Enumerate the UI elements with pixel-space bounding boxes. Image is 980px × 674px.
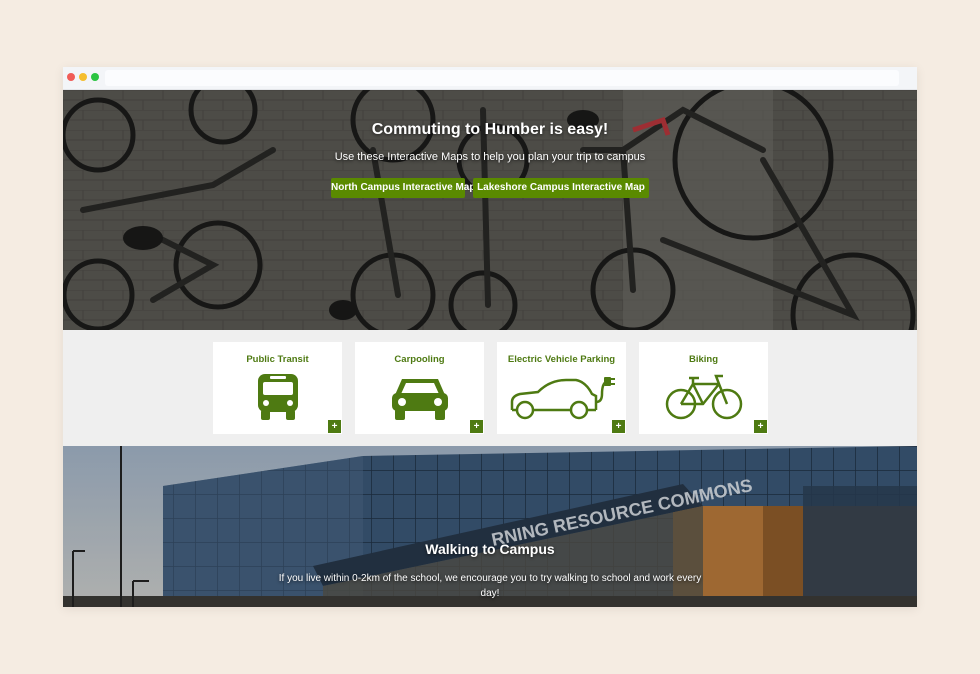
minimize-window-dot[interactable]	[79, 73, 87, 81]
walking-section: RNING RESOURCE COMMONS Walking to Campus…	[63, 446, 917, 607]
expand-button[interactable]: +	[754, 420, 767, 433]
car-icon	[355, 369, 484, 425]
commute-options: Public Transit + Carpooling + Electric V…	[63, 330, 917, 446]
option-title: Public Transit	[246, 354, 309, 365]
option-title: Electric Vehicle Parking	[507, 354, 616, 365]
browser-chrome	[63, 67, 917, 90]
expand-button[interactable]: +	[470, 420, 483, 433]
lakeshore-campus-map-button[interactable]: Lakeshore Campus Interactive Map	[473, 178, 649, 198]
option-cards: Public Transit + Carpooling + Electric V…	[213, 342, 768, 434]
electric-car-icon	[497, 369, 626, 425]
expand-button[interactable]: +	[612, 420, 625, 433]
hero-title: Commuting to Humber is easy!	[371, 121, 609, 138]
hero-banner: Commuting to Humber is easy! Use these I…	[63, 90, 917, 330]
address-bar[interactable]	[105, 70, 899, 86]
option-title: Biking	[688, 354, 719, 365]
walking-title: Walking to Campus	[425, 541, 555, 557]
hero-subtitle: Use these Interactive Maps to help you p…	[334, 151, 646, 163]
maximize-window-dot[interactable]	[91, 73, 99, 81]
option-title: Carpooling	[394, 354, 445, 365]
walking-description: If you live within 0-2km of the school, …	[278, 573, 702, 599]
close-window-dot[interactable]	[67, 73, 75, 81]
hero-button-group: North Campus Interactive Map Lakeshore C…	[63, 178, 917, 198]
bicycle-icon	[639, 369, 768, 425]
browser-window: Commuting to Humber is easy! Use these I…	[63, 67, 917, 607]
option-card-carpooling[interactable]: Carpooling +	[355, 342, 484, 434]
option-card-biking[interactable]: Biking +	[639, 342, 768, 434]
option-card-ev-parking[interactable]: Electric Vehicle Parking +	[497, 342, 626, 434]
north-campus-map-button[interactable]: North Campus Interactive Map	[331, 178, 475, 198]
option-card-public-transit[interactable]: Public Transit +	[213, 342, 342, 434]
bus-icon	[213, 369, 342, 425]
expand-button[interactable]: +	[328, 420, 341, 433]
